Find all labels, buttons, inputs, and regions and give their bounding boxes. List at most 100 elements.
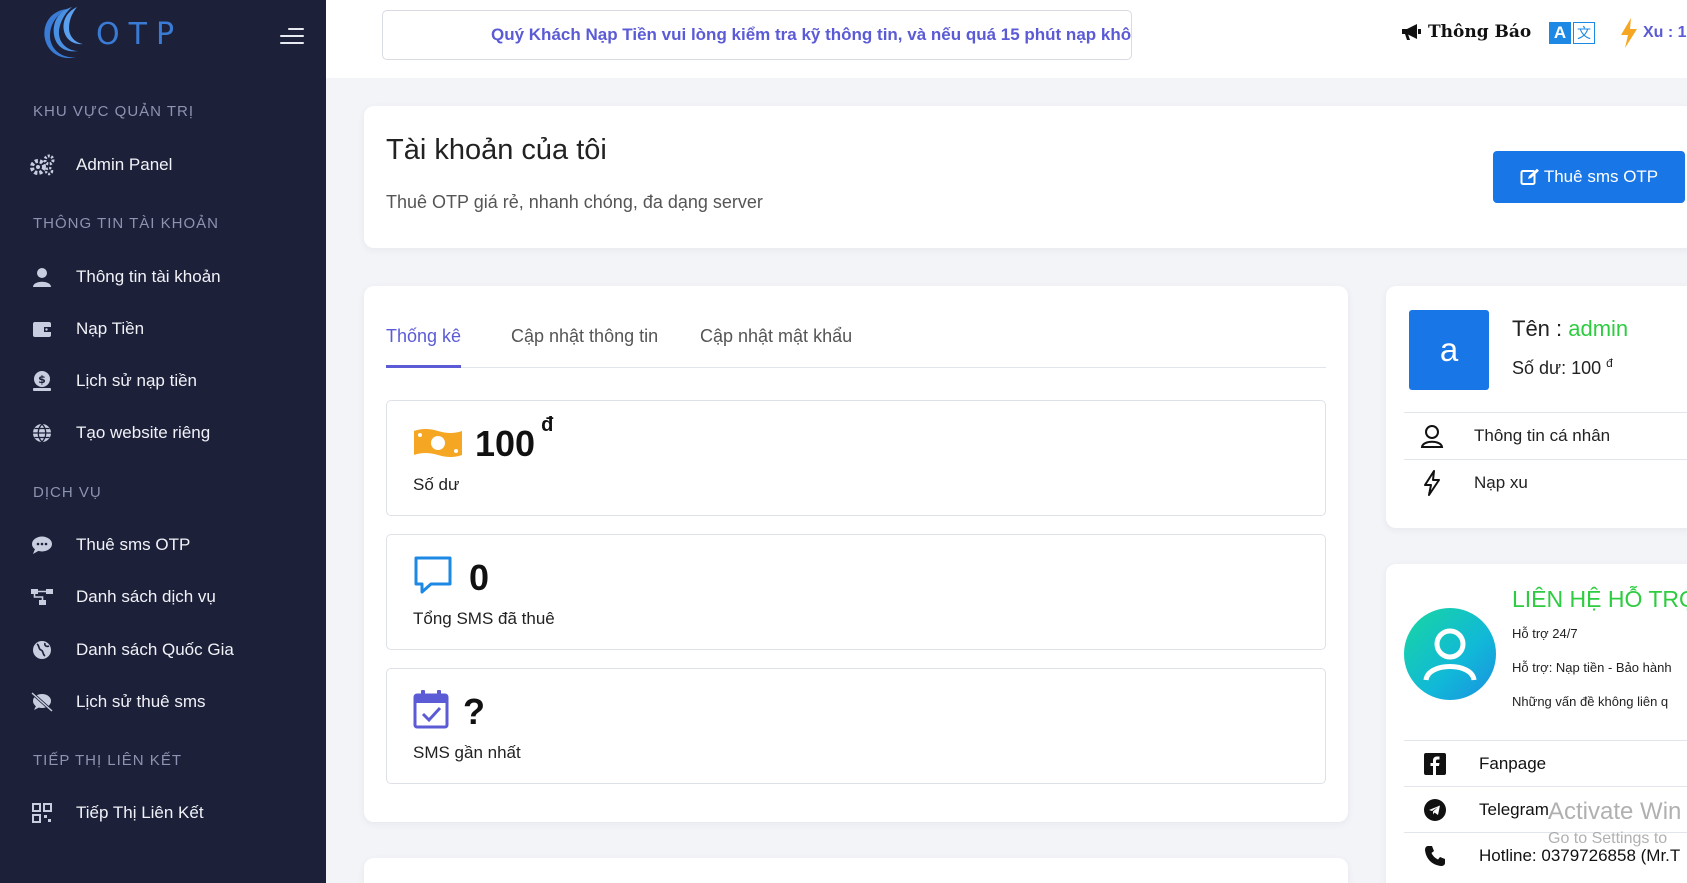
tab-bar: Thống kê Cập nhật thông tin Cập nhật mật… xyxy=(386,326,1326,368)
money-bill-icon xyxy=(414,429,462,457)
tab-statistics[interactable]: Thống kê xyxy=(386,326,462,368)
notifications-label: Thông Báo xyxy=(1428,22,1532,42)
user-outline-icon xyxy=(1423,628,1477,681)
sidebar: OTP KHU VỰC QUẢN TRỊ Admin Panel THÔNG T… xyxy=(0,0,326,883)
telegram-icon xyxy=(1422,798,1448,821)
support-line: Những vấn đề không liên q xyxy=(1512,694,1669,709)
sidebar-item-deposit-history[interactable]: $ Lịch sử nạp tiền xyxy=(28,361,318,401)
section-title-services: DỊCH VỤ xyxy=(33,484,102,501)
profile-name: admin xyxy=(1568,316,1629,341)
sitemap-icon xyxy=(28,585,56,609)
balance-caption: Số dư xyxy=(413,475,460,494)
svg-text:$: $ xyxy=(38,373,46,386)
notifications-button[interactable]: Thông Báo xyxy=(1400,22,1531,42)
tab-update-info[interactable]: Cập nhật thông tin xyxy=(511,326,658,368)
calendar-check-icon xyxy=(413,690,449,729)
sidebar-item-admin-panel[interactable]: Admin Panel xyxy=(28,145,318,185)
megaphone-icon xyxy=(1402,24,1421,40)
sidebar-item-account-info[interactable]: Thông tin tài khoản xyxy=(28,257,318,297)
sidebar-item-label: Tạo website riêng xyxy=(76,423,211,442)
profile-link-label: Nạp xu xyxy=(1474,473,1528,492)
sidebar-item-country-list[interactable]: Danh sách Quốc Gia xyxy=(28,630,318,670)
sidebar-item-label: Danh sách dịch vụ xyxy=(76,587,216,606)
chat-icon xyxy=(28,533,56,557)
secondary-card xyxy=(364,858,1348,883)
language-switcher[interactable]: A 文 xyxy=(1549,22,1595,44)
contact-link-label: Hotline: 0379726858 (Mr.T xyxy=(1479,845,1681,865)
bolt-icon xyxy=(1621,18,1637,48)
comment-slash-icon xyxy=(28,690,56,714)
sidebar-item-label: Thuê sms OTP xyxy=(76,535,191,554)
earth-icon xyxy=(28,638,56,662)
qrcode-icon xyxy=(28,801,56,825)
contact-link-label: Telegram xyxy=(1479,799,1549,819)
sidebar-item-label: Nạp Tiền xyxy=(76,319,145,338)
stat-latest-sms: ? SMS gần nhất xyxy=(386,668,1326,784)
notice-text: Quý Khách Nạp Tiền vui lòng kiểm tra kỹ … xyxy=(491,25,1132,44)
sidebar-item-label: Thông tin tài khoản xyxy=(76,267,221,286)
menu-toggle-button[interactable] xyxy=(278,24,304,48)
bolt-outline-icon xyxy=(1420,470,1444,496)
language-a-icon: A xyxy=(1549,22,1571,44)
avatar: a xyxy=(1409,310,1489,390)
section-title-admin: KHU VỰC QUẢN TRỊ xyxy=(33,103,195,120)
contact-link-hotline[interactable]: Hotline: 0379726858 (Mr.T xyxy=(1404,832,1687,878)
profile-name-line: Tên : admin xyxy=(1512,316,1628,342)
sidebar-item-service-list[interactable]: Danh sách dịch vụ xyxy=(28,577,318,617)
total-sms-value: 0 xyxy=(469,557,490,598)
sidebar-item-sms-history[interactable]: Lịch sử thuê sms xyxy=(28,682,318,722)
page-header-card: Tài khoản của tôi Thuê OTP giá rẻ, nhanh… xyxy=(364,106,1687,248)
support-line: Hỗ trợ: Nạp tiền - Bảo hành xyxy=(1512,660,1672,675)
balance-unit: đ xyxy=(541,414,554,436)
sidebar-item-label: Admin Panel xyxy=(76,155,173,174)
support-avatar xyxy=(1404,608,1496,700)
contact-link-telegram[interactable]: Telegram xyxy=(1404,786,1687,832)
profile-link-personal-info[interactable]: Thông tin cá nhân xyxy=(1404,412,1687,459)
brand-name: OTP xyxy=(96,16,184,52)
sidebar-item-affiliate[interactable]: Tiếp Thị Liên Kết xyxy=(28,793,318,833)
sidebar-item-create-website[interactable]: Tạo website riêng xyxy=(28,413,318,453)
sidebar-item-label: Tiếp Thị Liên Kết xyxy=(76,803,204,822)
page-title: Tài khoản của tôi xyxy=(386,134,607,166)
xu-label: Xu : 1( xyxy=(1643,24,1687,41)
contact-link-label: Fanpage xyxy=(1479,753,1547,773)
logo[interactable]: OTP xyxy=(36,2,183,66)
profile-card: a Tên : admin Số dư: 100 đ Thông tin cá … xyxy=(1386,286,1687,528)
sidebar-item-deposit[interactable]: Nạp Tiền xyxy=(28,309,318,349)
profile-balance-unit: đ xyxy=(1606,356,1613,370)
sidebar-item-label: Lịch sử thuê sms xyxy=(76,692,206,711)
sidebar-item-label: Danh sách Quốc Gia xyxy=(76,640,234,659)
support-line: Hỗ trợ 24/7 xyxy=(1512,626,1578,641)
tab-update-password[interactable]: Cập nhật mật khẩu xyxy=(700,326,852,368)
stat-balance: 100 đ Số dư xyxy=(386,400,1326,516)
gears-icon xyxy=(28,153,56,177)
profile-balance-line: Số dư: 100 đ xyxy=(1512,356,1613,379)
section-title-account: THÔNG TIN TÀI KHOẢN xyxy=(33,215,219,232)
globe-icon xyxy=(28,421,56,445)
money-history-icon: $ xyxy=(28,369,56,393)
profile-link-top-up-xu[interactable]: Nạp xu xyxy=(1404,459,1687,506)
user-outline-icon xyxy=(1420,424,1444,448)
section-title-affiliate: TIẾP THỊ LIÊN KẾT xyxy=(33,752,182,769)
stats-card: Thống kê Cập nhật thông tin Cập nhật mật… xyxy=(364,286,1348,822)
latest-sms-value: ? xyxy=(463,691,485,732)
page-subtitle: Thuê OTP giá rẻ, nhanh chóng, đa dạng se… xyxy=(386,192,763,212)
profile-balance: 100 xyxy=(1571,358,1602,378)
sidebar-item-rent-sms[interactable]: Thuê sms OTP xyxy=(28,525,318,565)
xu-balance[interactable]: Xu : 1( xyxy=(1619,18,1687,48)
wallet-icon xyxy=(28,317,56,341)
facebook-icon xyxy=(1422,752,1448,775)
language-zh-icon: 文 xyxy=(1573,22,1595,44)
user-icon xyxy=(28,265,56,289)
balance-value: 100 xyxy=(475,423,536,464)
rent-sms-otp-label: Thuê sms OTP xyxy=(1543,167,1659,186)
phone-icon xyxy=(1422,845,1448,867)
profile-balance-label: Số dư: xyxy=(1512,358,1572,378)
logo-swirl-icon xyxy=(44,7,83,59)
rent-sms-otp-button[interactable]: Thuê sms OTP xyxy=(1493,151,1685,203)
stat-total-sms: 0 Tổng SMS đã thuê xyxy=(386,534,1326,650)
support-title: LIÊN HỆ HỖ TRỢ xyxy=(1512,586,1687,612)
total-sms-caption: Tổng SMS đã thuê xyxy=(413,609,555,628)
contact-link-fanpage[interactable]: Fanpage xyxy=(1404,740,1687,786)
chat-bubble-icon xyxy=(414,556,452,594)
